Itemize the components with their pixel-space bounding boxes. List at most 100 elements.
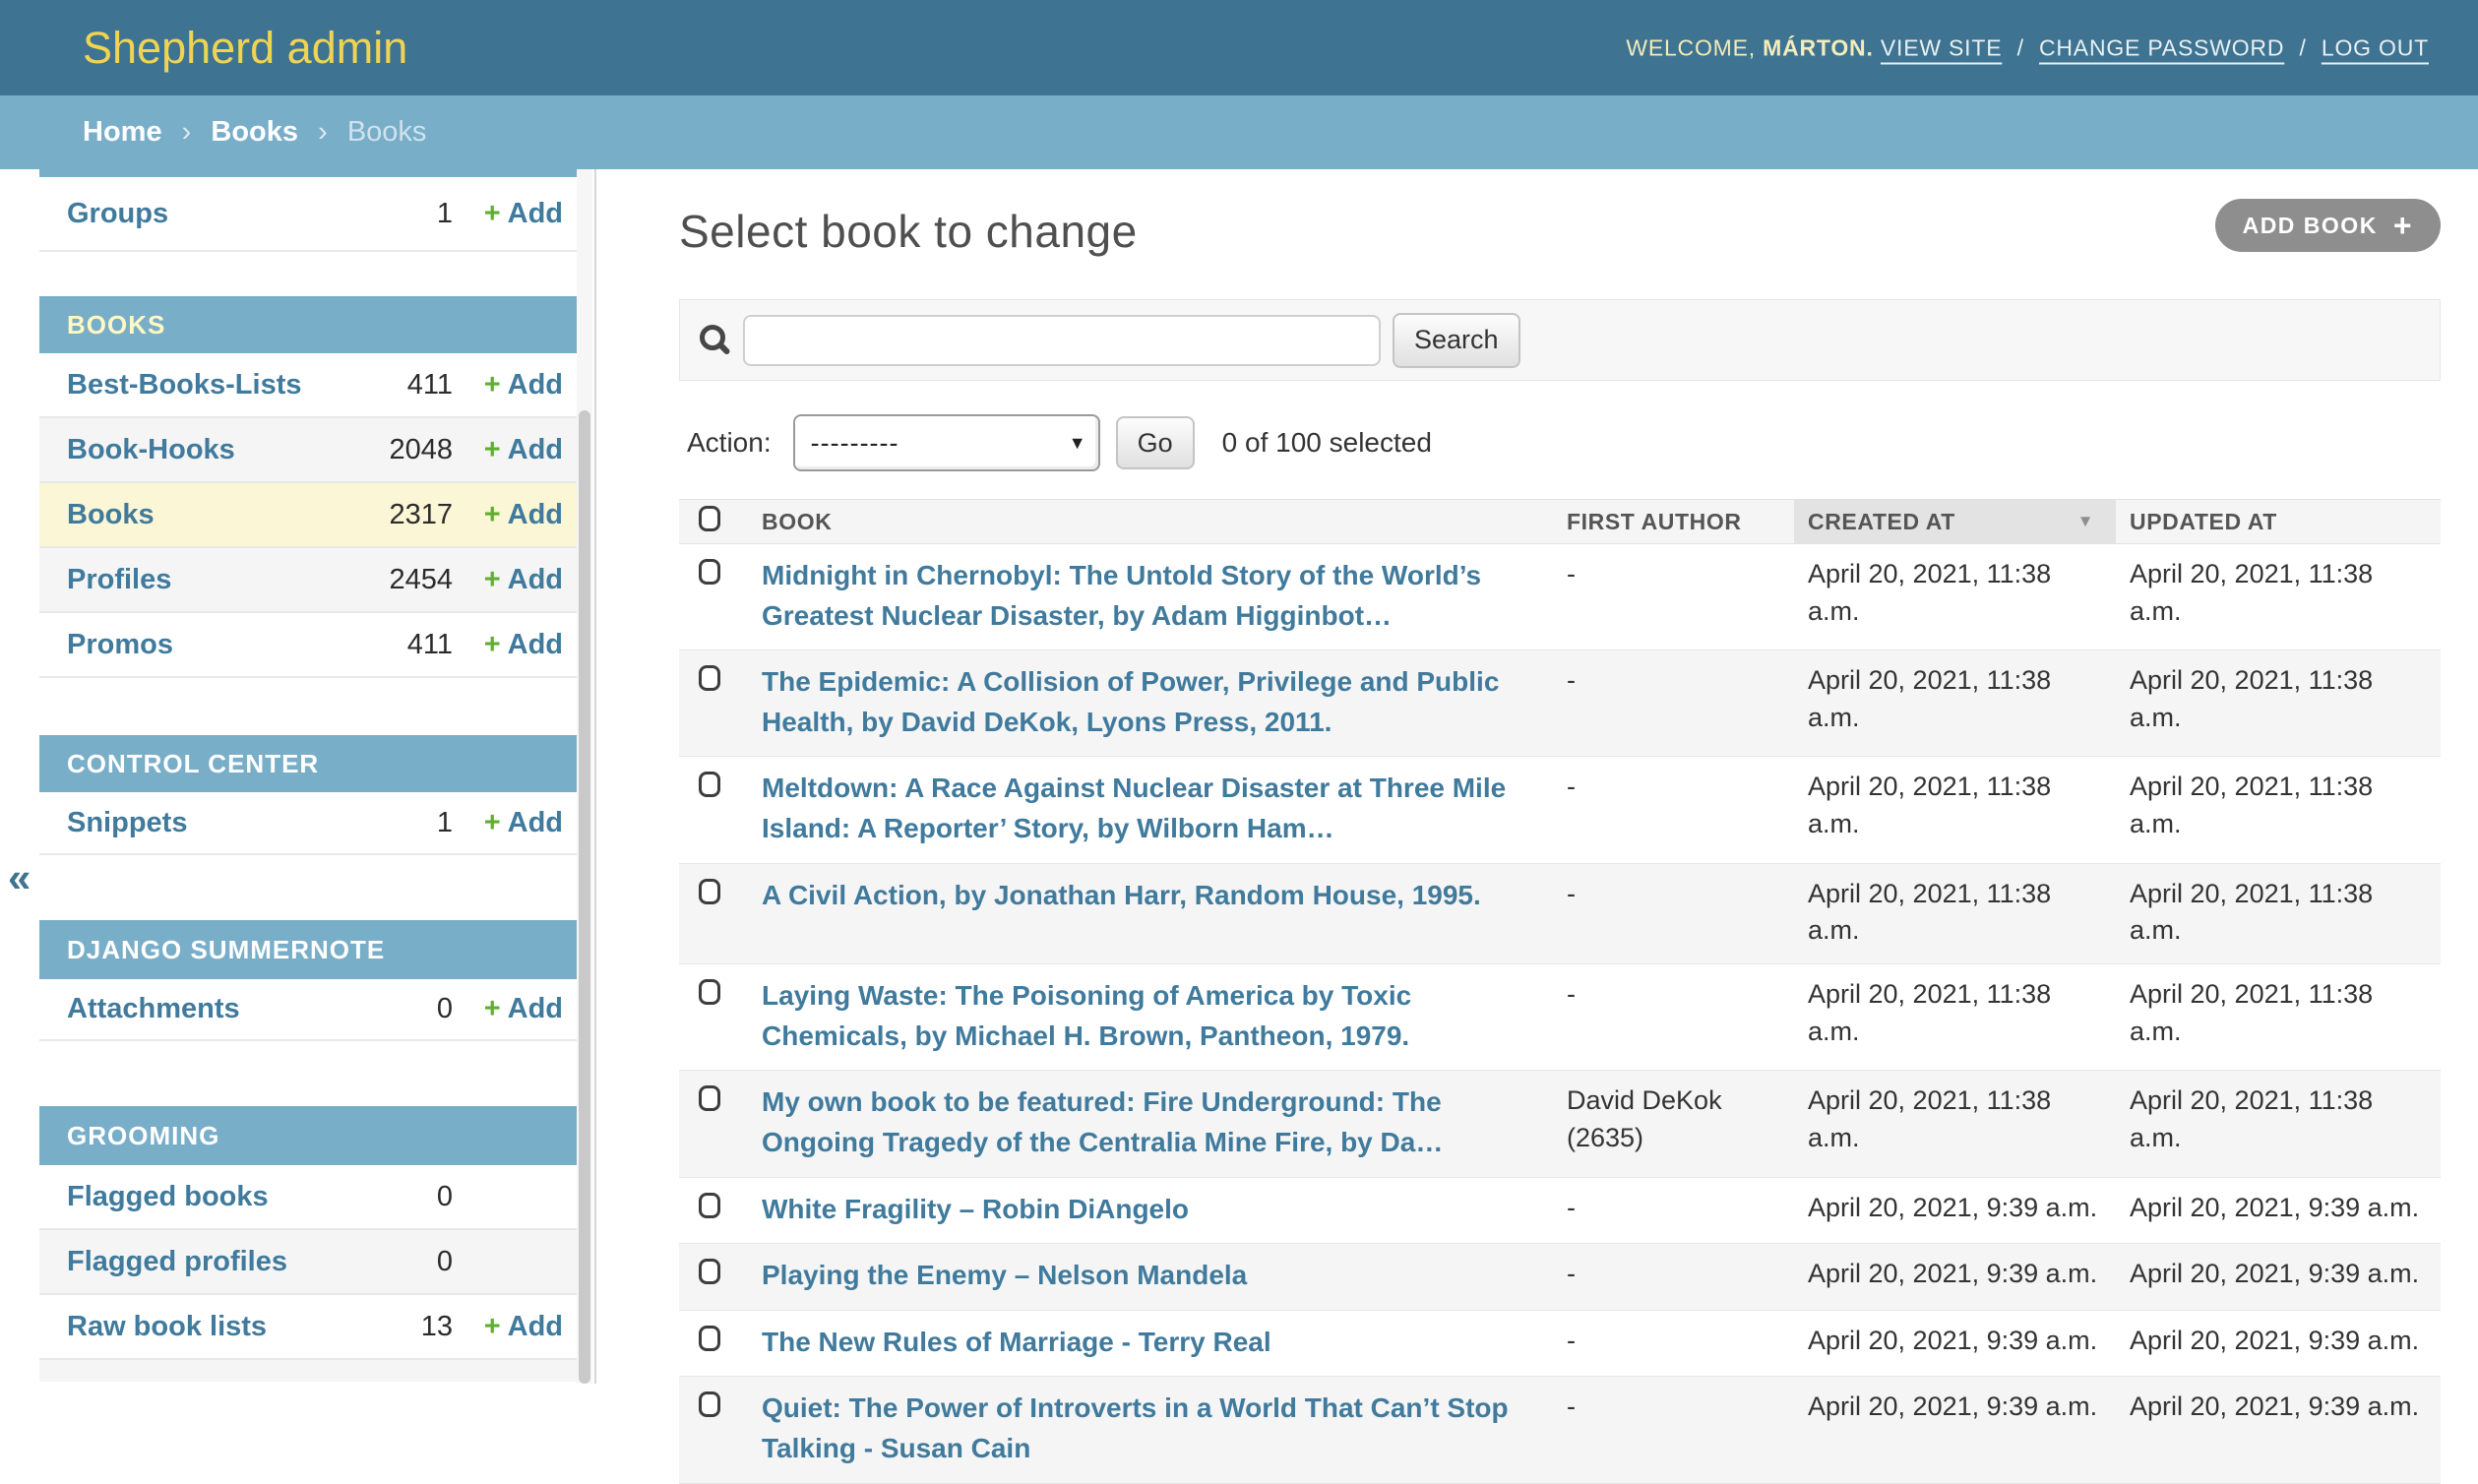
log-out-link[interactable]: LOG OUT: [2322, 34, 2429, 60]
sidebar-scrollbar-thumb[interactable]: [579, 410, 590, 1384]
change-password-link[interactable]: CHANGE PASSWORD: [2039, 34, 2284, 60]
breadcrumb-current: Books: [346, 116, 427, 148]
row-checkbox[interactable]: [699, 772, 720, 798]
search-input[interactable]: [743, 314, 1381, 366]
created-at-cell: April 20, 2021, 9:39 a.m.: [1794, 1177, 2116, 1245]
add-snippets-link[interactable]: + Add: [453, 807, 563, 839]
go-button[interactable]: Go: [1115, 416, 1195, 469]
add-best-books-lists-link[interactable]: + Add: [453, 369, 563, 402]
column-header-book[interactable]: BOOK: [748, 499, 1553, 544]
first-author-cell: -: [1553, 649, 1794, 758]
plus-icon: +: [483, 563, 501, 595]
add-raw-book-lists-link[interactable]: + Add: [453, 1311, 563, 1343]
view-site-link[interactable]: VIEW SITE: [1881, 34, 2003, 60]
row-checkbox[interactable]: [699, 1325, 720, 1351]
sidebar-header-remnant: [39, 169, 577, 177]
created-at-cell: April 20, 2021, 9:39 a.m.: [1794, 1310, 2116, 1378]
table-row: Playing the Enemy – Nelson Mandela - Apr…: [679, 1243, 2441, 1311]
table-header-row: BOOK FIRST AUTHOR CREATED AT ▼ UPDATED AT: [679, 499, 2441, 544]
add-label: Add: [507, 563, 563, 595]
first-author-cell: -: [1553, 1243, 1794, 1311]
book-link[interactable]: Meltdown: A Race Against Nuclear Disaste…: [762, 773, 1506, 843]
book-link[interactable]: A Civil Action, by Jonathan Harr, Random…: [762, 880, 1481, 910]
first-author-cell: -: [1553, 1376, 1794, 1484]
breadcrumb-separator: ›: [181, 116, 192, 148]
sidebar-item-link[interactable]: Flagged profiles: [67, 1246, 370, 1278]
created-at-cell: April 20, 2021, 11:38 a.m.: [1794, 756, 2116, 864]
add-label: Add: [507, 498, 563, 530]
sidebar-item-promos: Promos 411 + Add: [39, 613, 577, 678]
book-link[interactable]: The Epidemic: A Collision of Power, Priv…: [762, 666, 1499, 737]
add-profiles-link[interactable]: + Add: [453, 564, 563, 596]
book-link[interactable]: My own book to be featured: Fire Undergr…: [762, 1086, 1443, 1157]
table-row: Laying Waste: The Poisoning of America b…: [679, 963, 2441, 1072]
created-at-cell: April 20, 2021, 9:39 a.m.: [1794, 1243, 2116, 1311]
breadcrumb-books-link[interactable]: Books: [211, 116, 298, 148]
select-all-header: [679, 499, 748, 544]
sidebar-item-best-books-lists: Best-Books-Lists 411 + Add: [39, 353, 577, 418]
updated-at-cell: April 20, 2021, 9:39 a.m.: [2116, 1376, 2441, 1484]
updated-at-cell: April 20, 2021, 11:38 a.m.: [2116, 649, 2441, 758]
add-label: Add: [507, 1310, 563, 1342]
action-select[interactable]: --------- ▼: [792, 414, 1100, 471]
sidebar-spacer: [39, 1041, 577, 1106]
column-header-first-author[interactable]: FIRST AUTHOR: [1553, 499, 1794, 544]
book-link[interactable]: Playing the Enemy – Nelson Mandela: [762, 1260, 1247, 1290]
sidebar-item-link[interactable]: Groups: [67, 198, 370, 230]
sidebar-item-link[interactable]: Best-Books-Lists: [67, 369, 370, 402]
updated-at-cell: April 20, 2021, 11:38 a.m.: [2116, 1070, 2441, 1178]
book-link[interactable]: Laying Waste: The Poisoning of America b…: [762, 980, 1411, 1051]
model-count: 411: [406, 368, 453, 401]
add-attachments-link[interactable]: + Add: [453, 993, 563, 1025]
sidebar-item-link[interactable]: Books: [67, 499, 370, 531]
column-header-created-at[interactable]: CREATED AT ▼: [1794, 499, 2116, 544]
breadcrumb-home-link[interactable]: Home: [83, 116, 162, 148]
sidebar-item-link[interactable]: Attachments: [67, 993, 370, 1025]
add-groups-link[interactable]: + Add: [453, 198, 563, 230]
add-book-button[interactable]: ADD BOOK +: [2214, 199, 2441, 252]
model-count: 13: [420, 1310, 453, 1342]
book-link[interactable]: The New Rules of Marriage - Terry Real: [762, 1327, 1271, 1357]
row-checkbox[interactable]: [699, 559, 720, 585]
row-checkbox[interactable]: [699, 1259, 720, 1285]
sidebar-spacer: [39, 252, 577, 296]
sidebar-collapse-icon[interactable]: «: [8, 854, 31, 901]
created-at-cell: April 20, 2021, 11:38 a.m.: [1794, 963, 2116, 1072]
add-books-link[interactable]: + Add: [453, 499, 563, 531]
column-header-updated-at[interactable]: UPDATED AT: [2116, 499, 2441, 544]
add-book-hooks-link[interactable]: + Add: [453, 434, 563, 466]
row-checkbox[interactable]: [699, 665, 720, 692]
sidebar-item-link[interactable]: Raw book lists: [67, 1311, 370, 1343]
sidebar-item-link[interactable]: Book-Hooks: [67, 434, 370, 466]
created-at-cell: April 20, 2021, 9:39 a.m.: [1794, 1376, 2116, 1484]
book-link[interactable]: Midnight in Chernobyl: The Untold Story …: [762, 560, 1481, 631]
sidebar-divider: [594, 169, 596, 1384]
add-promos-link[interactable]: + Add: [453, 629, 563, 661]
sidebar-item-link[interactable]: Snippets: [67, 807, 370, 839]
section-title: BOOKS: [67, 309, 166, 340]
select-all-checkbox[interactable]: [699, 506, 720, 531]
row-checkbox[interactable]: [699, 1085, 720, 1112]
model-count: 2048: [389, 433, 453, 465]
search-button[interactable]: Search: [1393, 312, 1520, 368]
row-checkbox[interactable]: [699, 979, 720, 1006]
sidebar-section-control-center: CONTROL CENTER: [39, 735, 577, 792]
app-header: Shepherd admin WELCOME, MÁRTON. VIEW SIT…: [0, 0, 2478, 95]
table-row: White Fragility – Robin DiAngelo - April…: [679, 1177, 2441, 1245]
sidebar-section-grooming: GROOMING: [39, 1106, 577, 1165]
updated-at-cell: April 20, 2021, 11:38 a.m.: [2116, 963, 2441, 1072]
section-title: DJANGO SUMMERNOTE: [67, 934, 386, 964]
row-checkbox[interactable]: [699, 1192, 720, 1218]
book-link[interactable]: White Fragility – Robin DiAngelo: [762, 1194, 1189, 1224]
sidebar-item-link[interactable]: Promos: [67, 629, 370, 661]
sidebar-item-link[interactable]: Profiles: [67, 564, 370, 596]
sidebar-item-book-hooks: Book-Hooks 2048 + Add: [39, 418, 577, 483]
row-checkbox[interactable]: [699, 1391, 720, 1418]
row-checkbox[interactable]: [699, 878, 720, 904]
table-row: My own book to be featured: Fire Undergr…: [679, 1070, 2441, 1178]
app-title[interactable]: Shepherd admin: [83, 23, 407, 74]
book-link[interactable]: Quiet: The Power of Introverts in a Worl…: [762, 1392, 1509, 1463]
add-label: Add: [507, 433, 563, 465]
created-at-cell: April 20, 2021, 11:38 a.m.: [1794, 543, 2116, 651]
sidebar-item-link[interactable]: Flagged books: [67, 1181, 370, 1213]
